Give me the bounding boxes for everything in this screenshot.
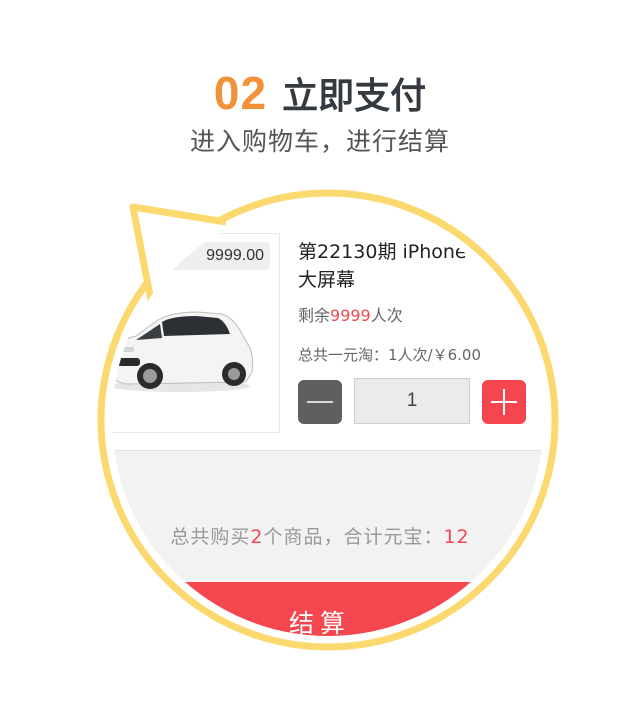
summary-area: [112, 450, 544, 583]
summary-item-count: 2: [250, 526, 264, 548]
summary-prefix: 总共购买: [170, 526, 251, 548]
remaining-count: 剩余9999人次: [298, 302, 403, 326]
price-tag: 9999.00: [170, 242, 270, 270]
summary-total: 12: [443, 526, 470, 548]
remaining-number: 9999: [330, 306, 371, 325]
quantity-input[interactable]: 1: [354, 378, 470, 424]
remaining-prefix: 剩余: [298, 306, 331, 325]
product-title-line1: 第22130期 iPhone: [298, 241, 467, 263]
order-summary: 总共购买2个商品，合计元宝：12: [112, 522, 544, 549]
product-title-line2: 大屏幕: [298, 269, 356, 291]
minus-button[interactable]: [298, 380, 342, 424]
car-image: [112, 311, 254, 392]
checkout-label: 结算: [288, 609, 351, 636]
product-title[interactable]: 第22130期 iPhone 大屏幕: [298, 238, 468, 294]
item-total-line: 总共一元淘：1人次/￥6.00: [298, 346, 481, 364]
plus-button[interactable]: [482, 380, 526, 424]
zoom-lens: 9999.00 第22130期 iPhone 大屏幕 剩余9999人次 总共一元…: [112, 204, 544, 636]
remaining-suffix: 人次: [370, 306, 403, 325]
summary-middle: 个商品，合计元宝：: [263, 526, 444, 548]
